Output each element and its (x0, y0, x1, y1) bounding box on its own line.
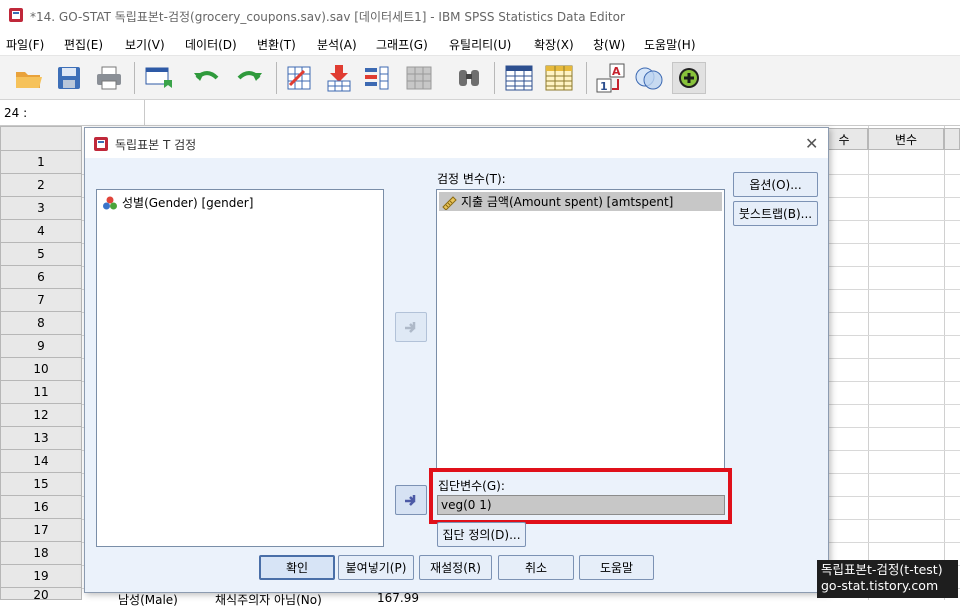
scale-variable-icon (442, 195, 457, 210)
window-title: *14. GO-STAT 독립표본t-검정(grocery_coupons.sa… (30, 10, 625, 24)
row-header[interactable]: 16 (0, 496, 82, 519)
svg-text:A: A (612, 65, 621, 78)
row-header[interactable]: 1 (0, 151, 82, 174)
window-title-bar: *14. GO-STAT 독립표본t-검정(grocery_coupons.sa… (0, 0, 960, 31)
row-header[interactable]: 8 (0, 312, 82, 335)
menu-data[interactable]: 데이터(D) (185, 36, 237, 53)
menu-utilities[interactable]: 유틸리티(U) (449, 36, 511, 53)
grouping-variable-label: 집단변수(G): (438, 479, 505, 493)
menu-help[interactable]: 도움말(H) (644, 36, 696, 53)
use-sets-icon[interactable] (632, 62, 666, 94)
grid-icon[interactable] (502, 62, 536, 94)
insert-variable-icon[interactable] (360, 62, 394, 94)
add-icon[interactable] (672, 62, 706, 94)
source-variable-list[interactable]: 성별(Gender) [gender] (96, 189, 384, 547)
watermark: 독립표본t-검정(t-test) go-stat.tistory.com (817, 560, 958, 598)
ok-button[interactable]: 확인 (259, 555, 335, 580)
row-header[interactable]: 3 (0, 197, 82, 220)
dialog-recall-icon[interactable] (142, 62, 176, 94)
insert-cases-icon[interactable] (322, 62, 356, 94)
row-header[interactable]: 5 (0, 243, 82, 266)
grid-cell[interactable]: 167.99 (377, 591, 419, 605)
value-labels-icon[interactable]: A1 (594, 62, 628, 94)
test-variables-list[interactable]: 지출 금액(Amount spent) [amtspent] (436, 189, 725, 469)
options-button[interactable]: 옵션(O)... (733, 172, 818, 197)
reset-button[interactable]: 재설정(R) (419, 555, 492, 580)
row-header[interactable]: 14 (0, 450, 82, 473)
toolbar: A1 (0, 56, 960, 100)
row-header[interactable]: 17 (0, 519, 82, 542)
nominal-variable-icon (103, 196, 117, 209)
watermark-line: 독립표본t-검정(t-test) (821, 562, 943, 577)
row-header[interactable]: 2 (0, 174, 82, 197)
close-icon[interactable]: ✕ (805, 134, 818, 153)
spss-app-icon (8, 7, 24, 26)
row-header[interactable]: 13 (0, 427, 82, 450)
menu-extensions[interactable]: 확장(X) (534, 36, 574, 53)
row-header[interactable]: 10 (0, 358, 82, 381)
menu-graphs[interactable]: 그래프(G) (376, 36, 428, 53)
row-header[interactable]: 18 (0, 542, 82, 565)
independent-t-test-dialog: 독립표본 T 검정 ✕ 성별(Gender) [gender] 검정 변수(T)… (84, 127, 829, 593)
row-header[interactable]: 12 (0, 404, 82, 427)
row-header[interactable]: 7 (0, 289, 82, 312)
paste-button[interactable]: 붙여넣기(P) (338, 555, 414, 580)
define-groups-button[interactable]: 집단 정의(D)... (437, 522, 526, 547)
row-header[interactable]: 4 (0, 220, 82, 243)
cell-reference[interactable]: 24 : (0, 100, 145, 126)
list-item[interactable]: 성별(Gender) [gender] (102, 194, 253, 211)
row-header[interactable]: 19 (0, 565, 82, 588)
bootstrap-button[interactable]: 붓스트랩(B)... (733, 201, 818, 226)
move-to-test-vars-button[interactable] (395, 312, 427, 342)
redo-icon[interactable] (232, 62, 266, 94)
open-folder-icon[interactable] (12, 62, 46, 94)
row-header[interactable]: 15 (0, 473, 82, 496)
menu-bar: 파일(F) 편집(E) 보기(V) 데이터(D) 변환(T) 분석(A) 그래프… (0, 31, 960, 56)
find-icon[interactable] (452, 62, 486, 94)
menu-edit[interactable]: 편집(E) (64, 36, 103, 53)
column-header[interactable] (944, 128, 960, 150)
save-icon[interactable] (52, 62, 86, 94)
goto-case-icon[interactable] (282, 62, 316, 94)
menu-analyze[interactable]: 분석(A) (317, 36, 357, 53)
menu-transform[interactable]: 변환(T) (257, 36, 296, 53)
arrow-right-icon (405, 495, 416, 506)
print-icon[interactable] (92, 62, 126, 94)
menu-window[interactable]: 창(W) (593, 36, 625, 53)
row-header[interactable]: 11 (0, 381, 82, 404)
grid-corner (0, 126, 82, 151)
test-variables-label: 검정 변수(T): (437, 172, 506, 186)
dialog-title-bar: 독립표본 T 검정 ✕ (85, 128, 828, 158)
row-header[interactable]: 6 (0, 266, 82, 289)
spss-dialog-icon (93, 136, 109, 155)
help-button[interactable]: 도움말 (579, 555, 654, 580)
watermark-line: go-stat.tistory.com (821, 578, 939, 593)
move-to-grouping-button[interactable] (395, 485, 427, 515)
undo-icon[interactable] (190, 62, 224, 94)
variable-label: 지출 금액(Amount spent) [amtspent] (461, 195, 674, 209)
split-file-icon[interactable] (402, 62, 436, 94)
row-header[interactable]: 20 (0, 588, 82, 600)
cancel-button[interactable]: 취소 (498, 555, 574, 580)
menu-view[interactable]: 보기(V) (125, 36, 165, 53)
cell-reference-bar: 24 : (0, 100, 960, 126)
column-header[interactable]: 변수 (868, 128, 944, 150)
svg-text:1: 1 (600, 80, 608, 93)
list-item[interactable]: 지출 금액(Amount spent) [amtspent] (439, 192, 722, 211)
row-header[interactable]: 9 (0, 335, 82, 358)
select-cases-icon[interactable] (542, 62, 576, 94)
arrow-right-icon (405, 322, 416, 333)
grouping-variable-field[interactable]: veg(0 1) (437, 495, 725, 515)
menu-file[interactable]: 파일(F) (6, 36, 44, 53)
variable-label: 성별(Gender) [gender] (122, 196, 254, 210)
dialog-title: 독립표본 T 검정 (115, 138, 197, 152)
